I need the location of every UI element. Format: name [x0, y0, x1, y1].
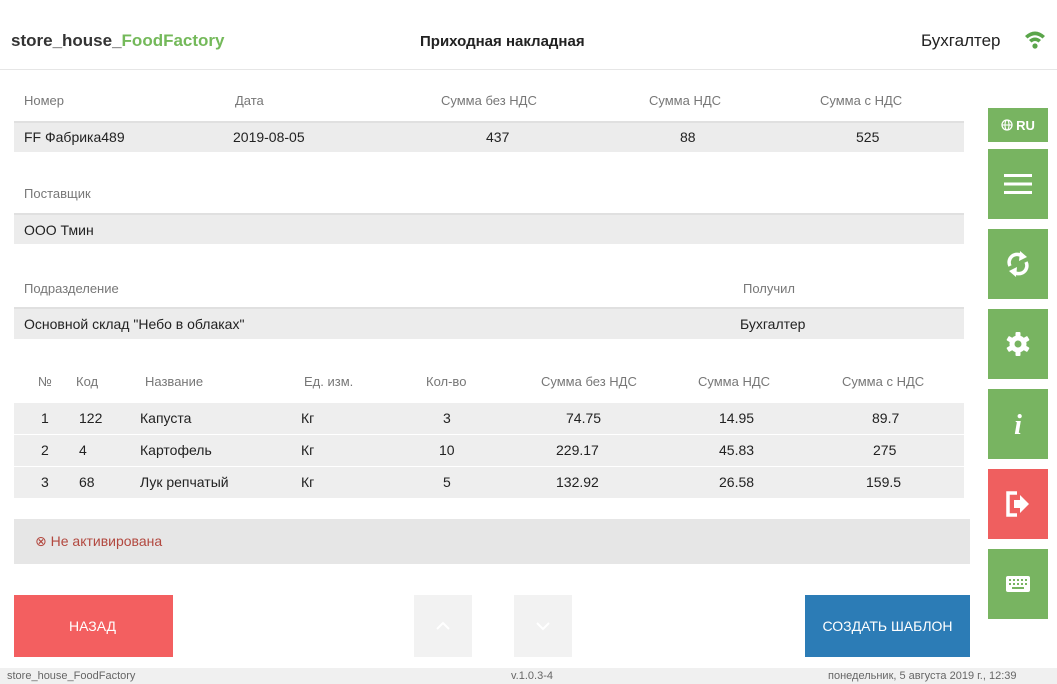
col-header-code: Код — [76, 374, 99, 389]
cell-num: 3 — [41, 474, 49, 490]
logout-icon — [1006, 491, 1029, 517]
number-label: Номер — [24, 93, 65, 108]
col-header-unit: Ед. изм. — [304, 374, 354, 389]
create-template-button[interactable]: СОЗДАТЬ ШАБЛОН — [805, 595, 970, 657]
scroll-up-button[interactable] — [414, 595, 472, 657]
division-band: Основной склад "Небо в облаках" Бухгалте… — [14, 307, 964, 339]
back-button[interactable]: НАЗАД — [14, 595, 173, 657]
cell-vat: 14.95 — [719, 410, 755, 426]
cell-qty: 3 — [443, 410, 451, 426]
cell-qty: 5 — [443, 474, 451, 490]
scroll-down-button[interactable] — [514, 595, 572, 657]
chevron-up-icon — [436, 621, 450, 630]
settings-button[interactable] — [988, 309, 1048, 379]
cell-sum-no-vat: 74.75 — [566, 410, 602, 426]
col-header-vat: Сумма НДС — [698, 374, 771, 389]
keyboard-button[interactable] — [988, 549, 1048, 619]
wifi-icon — [1025, 31, 1045, 49]
table-row[interactable]: 3 68 Лук репчатый Кг 5 132.92 26.58 159.… — [14, 467, 964, 498]
cell-sum-no-vat: 132.92 — [556, 474, 599, 490]
cell-unit: Кг — [301, 442, 315, 458]
cell-sum-with-vat: 275 — [873, 442, 897, 458]
supplier-label: Поставщик — [24, 186, 91, 201]
status-bar: ⊗ Не активирована — [14, 519, 970, 564]
keyboard-icon — [1006, 576, 1030, 592]
cell-vat: 26.58 — [719, 474, 755, 490]
cell-name: Капуста — [140, 410, 192, 426]
cell-unit: Кг — [301, 474, 315, 490]
cell-num: 2 — [41, 442, 49, 458]
footer-app-name: store_house_FoodFactory — [7, 670, 136, 682]
sync-button[interactable] — [988, 229, 1048, 299]
gear-icon — [1006, 332, 1030, 356]
chevron-down-icon — [536, 622, 550, 631]
division-label: Подразделение — [24, 281, 119, 296]
cell-sum-with-vat: 89.7 — [872, 410, 900, 426]
doc-sum-with-vat: 525 — [856, 129, 880, 145]
sync-icon — [1007, 251, 1029, 277]
doc-summary-band: FF Фабрика489 2019-08-05 437 88 525 — [14, 121, 964, 152]
vat-label: Сумма НДС — [649, 93, 722, 108]
col-header-sum-no-vat: Сумма без НДС — [541, 374, 637, 389]
cell-sum-no-vat: 229.17 — [556, 442, 599, 458]
cell-code: 68 — [79, 474, 95, 490]
cell-qty: 10 — [439, 442, 455, 458]
received-value: Бухгалтер — [740, 316, 806, 332]
app-header: store_house_FoodFactory Приходная наклад… — [0, 0, 1057, 70]
info-icon: i — [1014, 410, 1022, 439]
footer-bar: store_house_FoodFactory v.1.0.3-4 понеде… — [0, 668, 1057, 684]
info-button[interactable]: i — [988, 389, 1048, 459]
table-row[interactable]: 2 4 Картофель Кг 10 229.17 45.83 275 — [14, 435, 964, 466]
cell-unit: Кг — [301, 410, 315, 426]
supplier-band: ООО Тмин — [14, 213, 964, 244]
user-name[interactable]: Бухгалтер — [921, 31, 1001, 51]
division-value: Основной склад "Небо в облаках" — [24, 316, 245, 332]
supplier-value: ООО Тмин — [24, 222, 94, 238]
status-text: ⊗ Не активирована — [35, 533, 163, 549]
cell-name: Картофель — [140, 442, 212, 458]
col-header-qty: Кол-во — [426, 374, 467, 389]
cell-num: 1 — [41, 410, 49, 426]
footer-datetime: понедельник, 5 августа 2019 г., 12:39 — [828, 670, 1017, 682]
doc-number: FF Фабрика489 — [24, 129, 125, 145]
logout-button[interactable] — [988, 469, 1048, 539]
sum-with-vat-label: Сумма с НДС — [820, 93, 903, 108]
doc-sum-no-vat: 437 — [486, 129, 510, 145]
cell-code: 4 — [79, 442, 87, 458]
page-title: Приходная накладная — [420, 33, 585, 50]
received-label: Получил — [743, 281, 795, 296]
language-label: RU — [1016, 117, 1035, 133]
hamburger-menu-icon — [1004, 174, 1032, 194]
table-row[interactable]: 1 122 Капуста Кг 3 74.75 14.95 89.7 — [14, 403, 964, 434]
sum-no-vat-label: Сумма без НДС — [441, 93, 537, 108]
col-header-num: № — [38, 374, 52, 389]
doc-vat: 88 — [680, 129, 696, 145]
language-button[interactable]: RU — [988, 108, 1048, 142]
col-header-sum-with-vat: Сумма с НДС — [842, 374, 925, 389]
doc-date: 2019-08-05 — [233, 129, 305, 145]
cell-name: Лук репчатый — [140, 474, 229, 490]
globe-icon — [1001, 119, 1013, 131]
cell-sum-with-vat: 159.5 — [866, 474, 902, 490]
brand-suffix: FoodFactory — [121, 31, 225, 50]
brand-prefix: store_house_ — [11, 31, 122, 50]
footer-version: v.1.0.3-4 — [511, 670, 553, 682]
col-header-name: Название — [145, 374, 204, 389]
svg-text:i: i — [1014, 410, 1022, 439]
cell-code: 122 — [79, 410, 103, 426]
date-label: Дата — [235, 93, 264, 108]
menu-button[interactable] — [988, 149, 1048, 219]
cell-vat: 45.83 — [719, 442, 755, 458]
app-brand: store_house_FoodFactory — [11, 31, 225, 51]
